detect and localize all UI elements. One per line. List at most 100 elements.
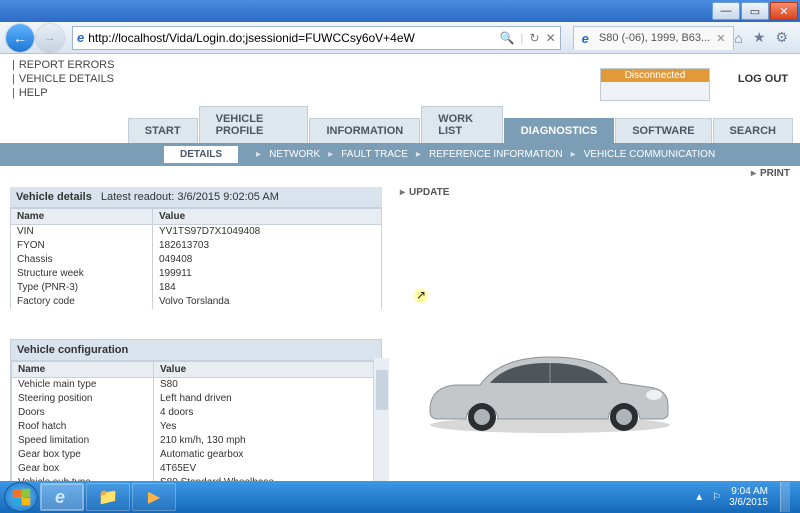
cell-value: S80 (154, 378, 381, 393)
taskbar-media-icon[interactable]: ▶ (132, 483, 176, 511)
cell-name: Vehicle sub type (12, 476, 154, 481)
ie-icon: e (582, 31, 589, 46)
tab-diagnostics[interactable]: DIAGNOSTICS (504, 118, 614, 143)
table-row: Type (PNR-3)184 (11, 281, 382, 295)
vehicle-config-table: NameValue Vehicle main typeS80Steering p… (11, 361, 381, 481)
col-value: Value (154, 362, 381, 378)
cell-value: 210 km/h, 130 mph (154, 434, 381, 448)
table-row: Steering positionLeft hand driven (12, 392, 381, 406)
minimize-button[interactable]: — (712, 2, 740, 20)
cell-value: 184 (153, 281, 382, 295)
back-button[interactable]: ← (6, 24, 34, 52)
table-row: Structure week199911 (11, 267, 382, 281)
cell-name: Factory code (11, 295, 153, 309)
chevron-right-icon: ▸ (400, 187, 405, 198)
table-row: Gear box4T65EV (12, 462, 381, 476)
cell-name: Gear box (12, 462, 154, 476)
tab-information[interactable]: INFORMATION (309, 118, 420, 143)
start-button[interactable] (4, 482, 38, 512)
ie-icon: e (77, 30, 84, 45)
report-errors-link[interactable]: |REPORT ERRORS (12, 58, 114, 72)
vehicle-details-table: NameValue VINYV1TS97D7X1049408FYON182613… (10, 208, 382, 309)
refresh-button[interactable]: ↻ (530, 31, 540, 45)
taskbar: e 📁 ▶ ▲ ⚐ 9:04 AM 3/6/2015 (0, 481, 800, 513)
table-row: FYON182613703 (11, 239, 382, 253)
cell-value: Yes (154, 420, 381, 434)
vehicle-config-header: Vehicle configuration (11, 340, 381, 361)
vehicle-details-link[interactable]: |VEHICLE DETAILS (12, 72, 114, 86)
table-row: VINYV1TS97D7X1049408 (11, 225, 382, 240)
table-row: Vehicle main typeS80 (12, 378, 381, 393)
table-row: Gear box typeAutomatic gearbox (12, 448, 381, 462)
tab-start[interactable]: START (128, 118, 198, 143)
cell-name: Gear box type (12, 448, 154, 462)
chevron-right-icon: ▸ (751, 168, 756, 179)
cell-name: Steering position (12, 392, 154, 406)
tools-icon[interactable]: ⚙ (775, 29, 788, 46)
cell-value: YV1TS97D7X1049408 (153, 225, 382, 240)
taskbar-clock[interactable]: 9:04 AM 3/6/2015 (729, 486, 768, 508)
window-titlebar: — ▭ ✕ (0, 0, 800, 22)
cell-name: Structure week (11, 267, 153, 281)
cell-name: Roof hatch (12, 420, 154, 434)
cell-value: Left hand driven (154, 392, 381, 406)
tab-software[interactable]: SOFTWARE (615, 118, 711, 143)
windows-logo-icon (13, 489, 30, 506)
vehicle-details-header: Vehicle details Latest readout: 3/6/2015… (10, 187, 382, 208)
tab-work-list[interactable]: WORK LIST (421, 106, 503, 143)
taskbar-explorer-icon[interactable]: 📁 (86, 483, 130, 511)
disconnected-label: Disconnected (601, 69, 709, 82)
forward-button[interactable]: → (36, 24, 64, 52)
stop-button[interactable]: ✕ (546, 31, 556, 45)
subtab-fault-trace[interactable]: FAULT TRACE (339, 149, 410, 160)
cell-value: S80 Standard Wheelbase (154, 476, 381, 481)
sub-tabstrip: DETAILS ▸NETWORK ▸FAULT TRACE ▸REFERENCE… (0, 143, 800, 166)
home-icon[interactable]: ⌂ (734, 30, 742, 46)
cell-name: Doors (12, 406, 154, 420)
subtab-reference[interactable]: REFERENCE INFORMATION (427, 149, 565, 160)
main-tabstrip: START VEHICLE PROFILE INFORMATION WORK L… (0, 106, 800, 143)
close-tab-icon[interactable]: ✕ (716, 32, 725, 45)
cell-value: 049408 (153, 253, 382, 267)
table-row: Factory codeVolvo Torslanda (11, 295, 382, 309)
cell-name: Chassis (11, 253, 153, 267)
subtab-vehicle-comm[interactable]: VEHICLE COMMUNICATION (582, 149, 718, 160)
tab-search[interactable]: SEARCH (713, 118, 793, 143)
url-input[interactable] (88, 31, 499, 45)
print-link[interactable]: PRINT (760, 168, 790, 179)
mouse-cursor (412, 287, 430, 305)
cell-value: Automatic gearbox (154, 448, 381, 462)
taskbar-ie-icon[interactable]: e (40, 483, 84, 511)
subtab-network[interactable]: NETWORK (267, 149, 322, 160)
table-row: Doors4 doors (12, 406, 381, 420)
table-row: Speed limitation210 km/h, 130 mph (12, 434, 381, 448)
vehicle-image (410, 337, 680, 437)
cell-value: 4T65EV (154, 462, 381, 476)
favorites-icon[interactable]: ★ (753, 29, 766, 46)
search-icon[interactable]: 🔍 (499, 31, 514, 45)
cell-value: 4 doors (154, 406, 381, 420)
browser-tab[interactable]: e S80 (-06), 1999, B63... ✕ (573, 26, 735, 50)
latest-readout: Latest readout: 3/6/2015 9:02:05 AM (101, 191, 279, 203)
update-link[interactable]: ▸UPDATE (400, 187, 790, 198)
cell-value: 199911 (153, 267, 382, 281)
table-row: Vehicle sub typeS80 Standard Wheelbase (12, 476, 381, 481)
close-button[interactable]: ✕ (770, 2, 798, 20)
subtab-details[interactable]: DETAILS (164, 146, 238, 163)
cell-name: FYON (11, 239, 153, 253)
table-row: Roof hatchYes (12, 420, 381, 434)
col-value: Value (153, 209, 382, 225)
tab-vehicle-profile[interactable]: VEHICLE PROFILE (199, 106, 309, 143)
address-bar[interactable]: e 🔍 | ↻ ✕ (72, 26, 561, 50)
connection-status-box: Disconnected (600, 68, 710, 101)
cell-name: Vehicle main type (12, 378, 154, 393)
help-link[interactable]: |HELP (12, 86, 114, 100)
logout-link[interactable]: LOG OUT (738, 73, 788, 85)
cell-value: 182613703 (153, 239, 382, 253)
show-desktop-button[interactable] (780, 482, 790, 512)
browser-toolbar: ← → e 🔍 | ↻ ✕ e S80 (-06), 1999, B63... … (0, 22, 800, 54)
tab-title: S80 (-06), 1999, B63... (599, 32, 710, 44)
cell-name: Speed limitation (12, 434, 154, 448)
cell-value: Volvo Torslanda (153, 295, 382, 309)
maximize-button[interactable]: ▭ (741, 2, 769, 20)
